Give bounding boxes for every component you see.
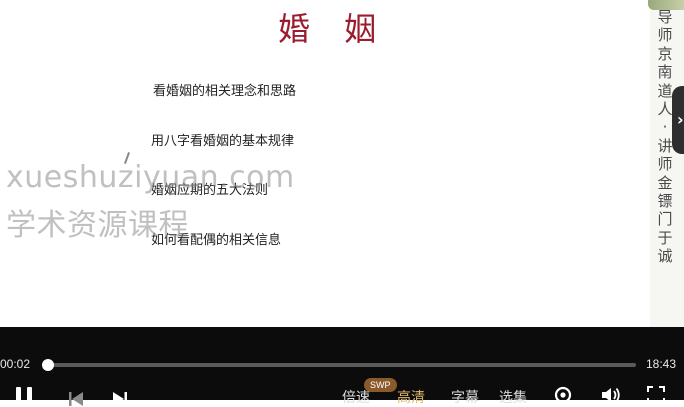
current-time: 00:02 (0, 357, 31, 371)
volume-icon[interactable] (600, 385, 622, 405)
watermark-text: 学术资源课程 (6, 208, 189, 243)
swp-badge: SWP (364, 378, 397, 392)
quality-button[interactable]: 高清 (397, 387, 425, 407)
side-panel-chevron-icon: › (677, 110, 684, 129)
control-row: 倍速 高清 字幕 选集 (0, 385, 684, 407)
episodes-button[interactable]: 选集 (499, 387, 527, 407)
side-panel-toggle[interactable]: › (672, 86, 684, 154)
subtitle-button[interactable]: 字幕 (451, 387, 479, 407)
next-icon[interactable] (112, 391, 128, 407)
settings-icon[interactable] (553, 385, 573, 405)
duration: 18:43 (646, 357, 677, 371)
slide-title: 婚 姻 (278, 10, 389, 48)
pause-icon[interactable] (16, 387, 36, 407)
topic-item: 看婚姻的相关理念和思路 (153, 84, 297, 99)
player-controls: 00:02 18:43 倍速 高清 字幕 选集 SWP (0, 327, 684, 407)
progress-handle[interactable] (42, 359, 54, 371)
watermark-url: xueshuziyuan.com (6, 160, 295, 195)
progress-bar[interactable] (42, 359, 636, 371)
fullscreen-icon[interactable] (646, 385, 666, 405)
previous-icon[interactable] (68, 391, 84, 407)
slide-area: 婚 姻 看婚姻的相关理念和思路 用八字看婚姻的基本规律 婚姻应期的五大法则 如何… (0, 0, 684, 327)
topic-item: 用八字看婚姻的基本规律 (151, 134, 295, 149)
